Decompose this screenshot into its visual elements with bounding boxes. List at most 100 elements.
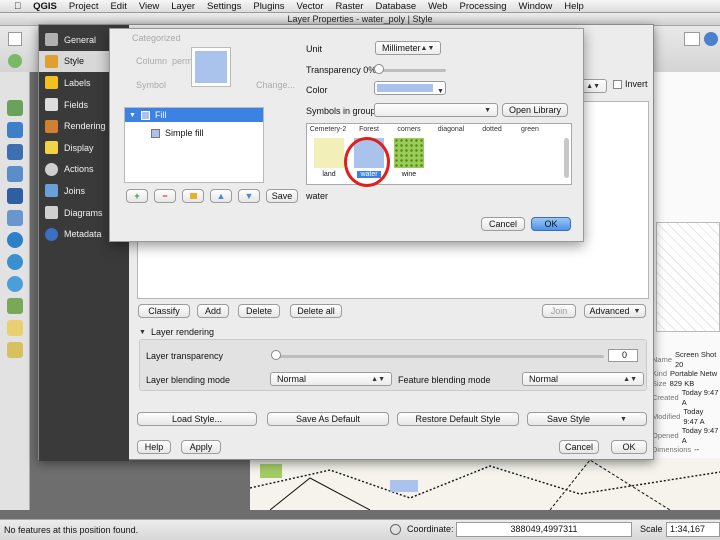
help-icon[interactable] xyxy=(704,32,718,46)
scale-field[interactable]: 1:34,167 xyxy=(666,522,720,537)
add-raster-icon[interactable] xyxy=(7,122,23,138)
menu-web[interactable]: Web xyxy=(422,1,453,12)
info-icon xyxy=(45,227,58,241)
remove-layer-button[interactable]: − xyxy=(154,189,176,203)
menu-window[interactable]: Window xyxy=(513,1,559,12)
move-down-button[interactable]: ▼ xyxy=(238,189,260,203)
text-annotation-icon[interactable] xyxy=(684,32,700,46)
classify-button[interactable]: Classify xyxy=(138,304,190,318)
add-oracle-icon[interactable] xyxy=(7,210,23,226)
delete-class-button[interactable]: Delete xyxy=(238,304,280,318)
add-class-button[interactable]: Add xyxy=(197,304,229,318)
disclosure-triangle-icon: ▼ xyxy=(139,328,146,336)
layer-transparency-label: Layer transparency xyxy=(146,351,224,361)
feature-blending-combo[interactable]: Normal ▲▼ xyxy=(522,372,644,386)
abc-icon xyxy=(45,76,58,90)
info-key: Kind xyxy=(652,369,668,378)
cancel-button[interactable]: Cancel xyxy=(559,440,599,454)
tree-item-simple-fill[interactable]: Simple fill xyxy=(125,126,263,140)
new-spatialite-layer-icon[interactable] xyxy=(7,342,23,358)
transparency-label: Transparency 0% xyxy=(306,65,377,75)
add-wms-icon[interactable] xyxy=(7,232,23,248)
color-button[interactable] xyxy=(374,81,446,95)
add-mssql-icon[interactable] xyxy=(7,188,23,204)
speech-bubble-icon xyxy=(45,141,58,155)
advanced-button[interactable]: Advanced ▼ xyxy=(584,304,646,318)
menu-database[interactable]: Database xyxy=(369,1,422,12)
coordinate-label: Coordinate: xyxy=(407,524,454,534)
menu-settings[interactable]: Settings xyxy=(201,1,247,12)
map-canvas[interactable]: Name Screen Shot 20 Kind Portable Netw Siz… xyxy=(648,72,720,510)
info-row: Kind Portable Netw xyxy=(652,369,720,379)
save-as-default-button[interactable]: Save As Default xyxy=(267,412,389,426)
slider-handle[interactable] xyxy=(271,350,281,360)
move-up-button[interactable]: ▲ xyxy=(210,189,232,203)
menu-help[interactable]: Help xyxy=(558,1,590,12)
symbol-group-combo[interactable]: ▼ xyxy=(374,103,498,117)
pan-icon[interactable] xyxy=(8,54,22,68)
add-spatialite-icon[interactable] xyxy=(7,166,23,182)
color-label: Color xyxy=(306,85,328,95)
menu-raster[interactable]: Raster xyxy=(329,1,369,12)
apple-icon[interactable]:  xyxy=(8,1,27,12)
menu-edit[interactable]: Edit xyxy=(104,1,132,12)
symbol-ok-button[interactable]: OK xyxy=(531,217,571,231)
menu-project[interactable]: Project xyxy=(63,1,105,12)
tree-item-fill[interactable]: ▼ Fill xyxy=(125,108,263,122)
open-library-button[interactable]: Open Library xyxy=(502,103,568,117)
join-button[interactable]: Join xyxy=(542,304,576,318)
layer-blending-combo[interactable]: Normal ▲▼ xyxy=(270,372,392,386)
gallery-scrollbar[interactable] xyxy=(564,138,569,178)
status-bar: No features at this position found. Coor… xyxy=(0,519,720,540)
disclosure-triangle-icon: ▼ xyxy=(129,111,136,119)
join-icon xyxy=(45,184,58,198)
tree-item-label: Simple fill xyxy=(165,128,204,138)
coordinate-field[interactable]: 388049,4997311 xyxy=(456,522,632,537)
symbol-item-wine[interactable]: wine xyxy=(389,138,429,178)
symbol-cancel-button[interactable]: Cancel xyxy=(481,217,525,231)
info-value: Today 9:47 A xyxy=(683,407,705,426)
combo-value: Millimeter xyxy=(382,43,421,53)
invert-checkbox[interactable]: Invert xyxy=(613,79,648,89)
menu-qgis[interactable]: QGIS xyxy=(27,1,63,12)
add-layer-button[interactable]: + xyxy=(126,189,148,203)
layer-rendering-header[interactable]: ▼ Layer rendering xyxy=(139,327,214,337)
categorized-ghost-label: Categorized xyxy=(132,33,181,43)
add-wcs-icon[interactable] xyxy=(7,254,23,270)
map-canvas-bottom[interactable] xyxy=(249,458,720,511)
menu-view[interactable]: View xyxy=(133,1,165,12)
layer-transparency-spinbox[interactable]: 0 xyxy=(608,349,638,362)
selected-symbol-name: water xyxy=(306,191,329,201)
sidebar-item-label: Fields xyxy=(64,99,89,110)
delete-all-button[interactable]: Delete all xyxy=(290,304,342,318)
menu-processing[interactable]: Processing xyxy=(454,1,513,12)
menu-vector[interactable]: Vector xyxy=(291,1,330,12)
symbol-item-land[interactable]: land xyxy=(309,138,349,178)
load-style-button[interactable]: Load Style... xyxy=(137,412,257,426)
add-vector-icon[interactable] xyxy=(7,100,23,116)
coordinate-toggle-icon[interactable] xyxy=(390,524,401,535)
new-project-icon[interactable] xyxy=(8,32,22,46)
unit-combo[interactable]: Millimeter ▲▼ xyxy=(375,41,441,55)
apply-button[interactable]: Apply xyxy=(181,440,221,454)
restore-default-style-button[interactable]: Restore Default Style xyxy=(397,412,519,426)
layer-transparency-slider[interactable] xyxy=(274,355,604,358)
menu-plugins[interactable]: Plugins xyxy=(247,1,290,12)
add-wfs-icon[interactable] xyxy=(7,276,23,292)
add-delimited-text-icon[interactable] xyxy=(7,298,23,314)
menu-layer[interactable]: Layer xyxy=(165,1,201,12)
save-symbol-button[interactable]: Save xyxy=(266,189,298,203)
help-button[interactable]: Help xyxy=(137,440,171,454)
add-postgis-icon[interactable] xyxy=(7,144,23,160)
symbol-layer-tree[interactable]: ▼ Fill Simple fill xyxy=(124,107,264,183)
slider-handle[interactable] xyxy=(374,64,384,74)
symbol-selector-panel: Categorized Column permanency Symbol Cha… xyxy=(109,28,584,242)
info-row: Size 829 KB xyxy=(652,379,720,389)
symbol-swatch xyxy=(314,138,344,168)
lock-layer-button[interactable] xyxy=(182,189,204,203)
new-shapefile-icon[interactable] xyxy=(7,320,23,336)
color-swatch xyxy=(377,84,433,92)
transparency-slider[interactable] xyxy=(376,69,446,72)
save-style-button[interactable]: Save Style ▼ xyxy=(527,412,647,426)
ok-button[interactable]: OK xyxy=(611,440,647,454)
